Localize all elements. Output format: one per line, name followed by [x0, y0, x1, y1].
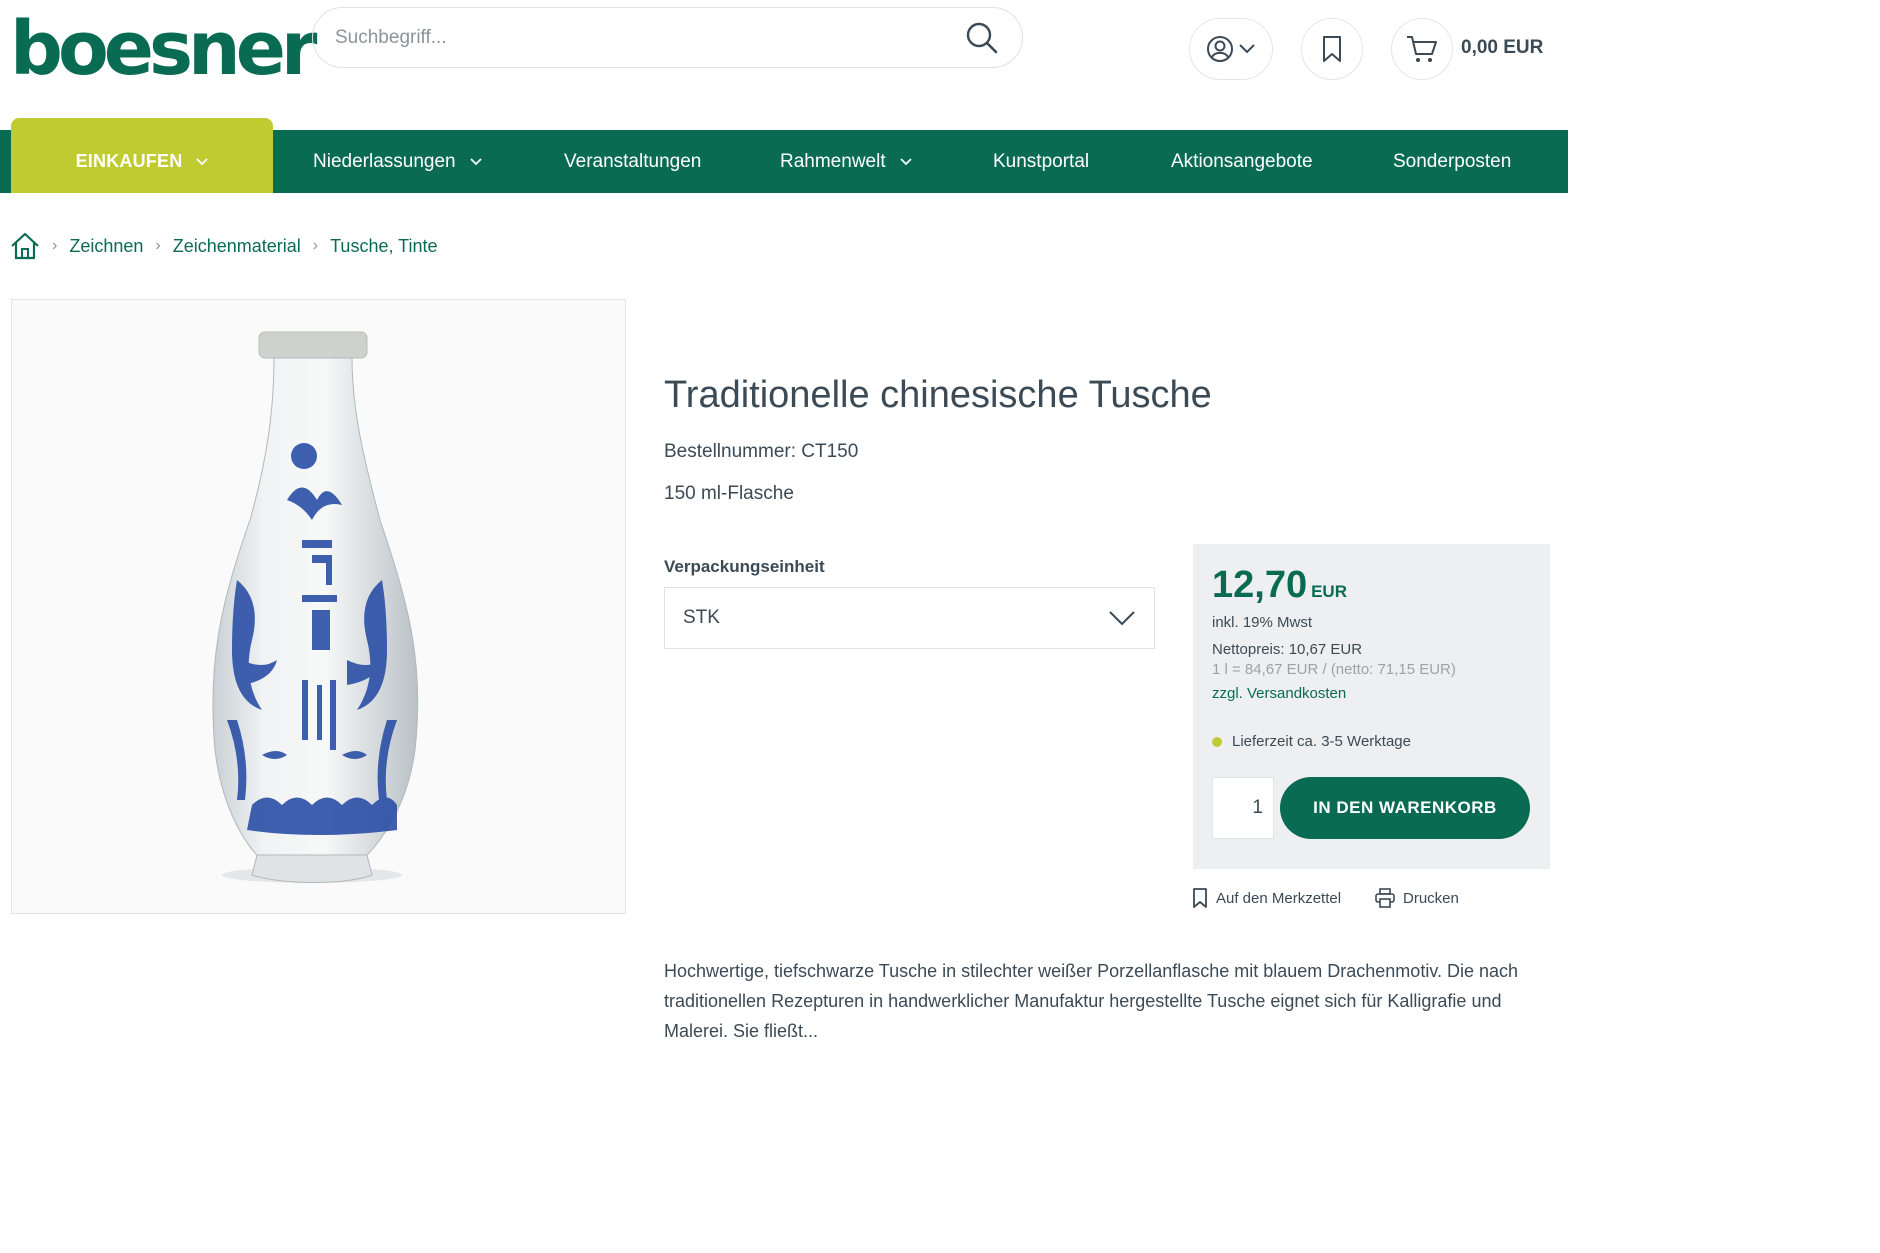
order-number: Bestellnummer: CT150 [664, 441, 859, 462]
search-button[interactable] [962, 18, 1002, 58]
shipping-costs-link[interactable]: zzgl. Versandkosten [1212, 685, 1346, 702]
delivery-time-label: Lieferzeit ca. 3-5 Werktage [1232, 733, 1411, 750]
print-label: Drucken [1403, 889, 1459, 907]
print-button[interactable]: Drucken [1375, 888, 1459, 908]
nav-einkaufen-label: EINKAUFEN [75, 151, 183, 171]
search-bar [312, 7, 1023, 68]
chevron-down-icon [469, 157, 482, 165]
packaging-label: Verpackungseinheit [664, 557, 825, 576]
search-icon [966, 22, 998, 53]
wishlist-button[interactable] [1301, 18, 1363, 80]
cart-total[interactable]: 0,00 EUR [1461, 37, 1543, 59]
price-box: 12,70 EUR inkl. 19% Mwst Nettopreis: 10,6… [1193, 544, 1550, 869]
chevron-down-icon [1239, 44, 1255, 54]
porcelain-bottle-image [212, 331, 419, 883]
breadcrumb: › Zeichnen › Zeichenmaterial › Tusche, T… [10, 230, 438, 262]
chevron-down-icon [899, 157, 912, 165]
nav-label: Sonderposten [1393, 150, 1512, 172]
net-price: Nettopreis: 10,67 EUR [1212, 641, 1363, 658]
search-input[interactable] [333, 26, 962, 49]
nav-label: Aktionsangebote [1171, 150, 1313, 172]
chevron-right-icon: › [312, 237, 319, 254]
bookmark-icon [1193, 888, 1207, 908]
unit-price: 1 l = 84,67 EUR / (netto: 71,15 EUR) [1212, 661, 1456, 678]
nav-label: Veranstaltungen [564, 150, 702, 172]
cart-icon [1407, 36, 1437, 62]
cart-button[interactable] [1391, 18, 1453, 80]
account-button[interactable] [1189, 18, 1273, 80]
chevron-right-icon: › [155, 237, 161, 254]
add-to-wishlist-button[interactable]: Auf den Merkzettel [1192, 888, 1341, 908]
nav-sonderposten[interactable]: Sonderposten [1393, 130, 1511, 193]
packaging-value: STK [683, 607, 720, 628]
nav-aktionsangebote[interactable]: Aktionsangebote [1171, 130, 1313, 193]
bookmark-icon [1323, 36, 1341, 62]
price: 12,70 EUR [1212, 564, 1347, 607]
product-image[interactable] [11, 299, 626, 914]
nav-einkaufen[interactable]: EINKAUFEN [11, 118, 273, 193]
wishlist-label: Auf den Merkzettel [1216, 889, 1342, 907]
printer-icon [1375, 888, 1395, 908]
product-description: Hochwertige, tiefschwarze Tusche in stil… [664, 961, 1519, 1041]
breadcrumb-zeichenmaterial[interactable]: Zeichenmaterial [173, 236, 301, 257]
breadcrumb-zeichnen[interactable]: Zeichnen [69, 236, 143, 257]
breadcrumb-tusche-tinte[interactable]: Tusche, Tinte [330, 236, 437, 257]
user-icon [1207, 36, 1233, 62]
add-to-cart-button[interactable]: IN DEN WARENKORB [1280, 777, 1530, 839]
nav-niederlassungen[interactable]: Niederlassungen [313, 130, 482, 193]
home-icon[interactable] [10, 232, 40, 260]
nav-label: Niederlassungen [313, 150, 456, 172]
price-value: 12,70 [1212, 564, 1308, 606]
chevron-right-icon: › [52, 237, 58, 254]
chevron-down-icon [1109, 611, 1135, 626]
nav-kunstportal[interactable]: Kunstportal [993, 130, 1089, 193]
nav-rahmenwelt[interactable]: Rahmenwelt [780, 130, 912, 193]
price-currency: EUR [1311, 582, 1347, 601]
nav-label: Rahmenwelt [780, 150, 886, 172]
nav-label: Kunstportal [993, 150, 1090, 172]
packaging-select[interactable]: STK [664, 587, 1155, 649]
delivery-time: Lieferzeit ca. 3-5 Werktage [1212, 733, 1411, 750]
product-size: 150 ml-Flasche [664, 483, 794, 504]
chevron-down-icon [196, 157, 209, 165]
availability-dot-icon [1212, 736, 1222, 747]
boesner-logo[interactable]: boesner [10, 12, 317, 86]
product-title: Traditionelle chinesische Tusche [664, 374, 1212, 416]
vat-note: inkl. 19% Mwst [1212, 614, 1313, 631]
quantity-input[interactable] [1212, 777, 1274, 839]
nav-veranstaltungen[interactable]: Veranstaltungen [564, 130, 701, 193]
